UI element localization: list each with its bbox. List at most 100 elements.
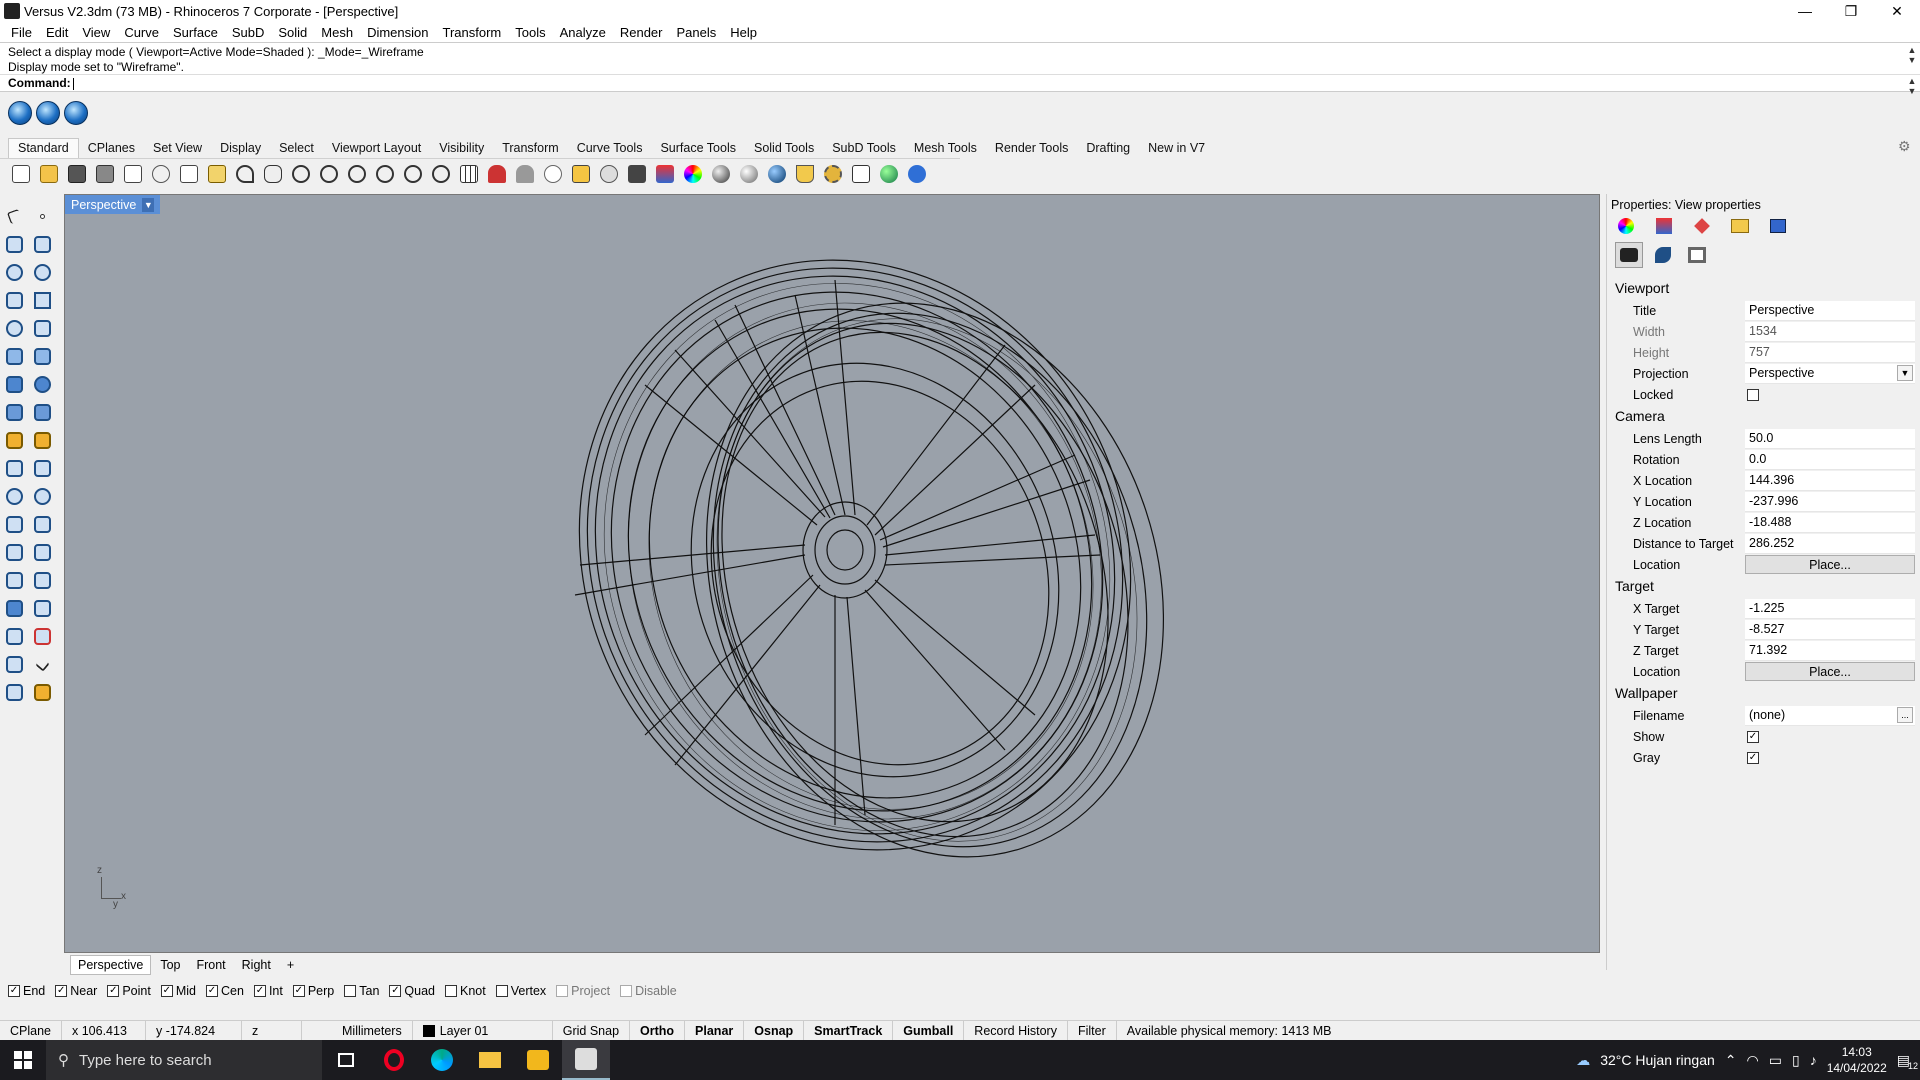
box-edit-icon[interactable] [2,596,26,620]
annotation-icon[interactable] [30,456,54,480]
network-icon[interactable]: ▭ [1769,1052,1782,1069]
osnap-checkbox[interactable]: ✓ [206,985,218,997]
command-line[interactable]: Command: ▲ ▼ [0,74,1920,96]
help-icon[interactable] [904,161,930,187]
windows-start-icon[interactable] [0,1040,46,1080]
text-tool-icon[interactable] [2,540,26,564]
zoom-selected-icon[interactable] [400,161,426,187]
units[interactable]: Millimeters [302,1021,413,1040]
dimension-icon[interactable] [848,161,874,187]
layers-tab-icon[interactable] [1653,216,1675,236]
tab-set-view[interactable]: Set View [144,139,211,158]
osnap-checkbox[interactable]: ✓ [8,985,20,997]
box-solid-icon[interactable] [2,372,26,396]
tab-new-in-v7[interactable]: New in V7 [1139,139,1214,158]
rendered-sphere-icon[interactable] [736,161,762,187]
menu-analyze[interactable]: Analyze [553,25,613,40]
tab-visibility[interactable]: Visibility [430,139,493,158]
task-view-icon[interactable] [322,1040,370,1080]
viewport-tab-perspective[interactable]: Perspective [70,955,152,975]
rectangle-icon[interactable] [30,288,54,312]
chevron-up-icon[interactable]: ⌃ [1725,1052,1737,1069]
osnap-checkbox[interactable] [556,985,569,997]
osnap-checkbox[interactable] [620,985,633,997]
car-gray-icon[interactable] [512,161,538,187]
smarttrack-toggle[interactable]: SmartTrack [804,1021,894,1040]
volume-icon[interactable]: ♪ [1810,1052,1817,1068]
system-clock[interactable]: 14:03 14/04/2022 [1827,1044,1887,1076]
tab-cplanes[interactable]: CPlanes [79,139,144,158]
tab-curve-tools[interactable]: Curve Tools [568,139,652,158]
zoom-icon[interactable] [316,161,342,187]
grid-icon[interactable] [456,161,482,187]
menu-solid[interactable]: Solid [271,25,314,40]
zoom-extents-icon[interactable] [372,161,398,187]
command-history[interactable]: Select a display mode ( Viewport=Active … [0,42,1920,74]
osnap-checkbox[interactable]: ✓ [160,985,173,997]
tab-standard[interactable]: Standard [8,138,79,158]
cut-icon[interactable] [148,161,174,187]
transform-icon[interactable] [2,484,26,508]
pan-hand-icon[interactable] [260,161,286,187]
viewport-title-tab[interactable]: Perspective ▼ [65,195,161,214]
car-icon[interactable] [484,161,510,187]
tab-render-tools[interactable]: Render Tools [986,139,1077,158]
extrude-icon[interactable] [30,400,54,424]
analyze-icon[interactable] [2,652,26,676]
tab-solid-tools[interactable]: Solid Tools [745,139,823,158]
polyline-icon[interactable] [2,232,26,256]
menu-edit[interactable]: Edit [39,25,75,40]
osnap-tan[interactable]: Tan [344,984,379,998]
notifications-icon[interactable]: ▤ 12 [1897,1052,1918,1071]
browse-button[interactable]: ... [1897,707,1913,723]
group-icon[interactable] [2,568,26,592]
viewport-tab-front[interactable]: Front [189,956,232,974]
tab-mesh-tools[interactable]: Mesh Tools [905,139,986,158]
menu-render[interactable]: Render [613,25,670,40]
osnap-int[interactable]: ✓ Int [253,984,283,998]
copy-icon[interactable] [176,161,202,187]
locked-checkbox[interactable] [1747,388,1759,401]
export-icon[interactable] [120,161,146,187]
polygon-icon[interactable] [2,288,26,312]
record-history-toggle[interactable]: Record History [964,1021,1068,1040]
mesh-icon[interactable] [2,428,26,452]
lamp-icon[interactable] [792,161,818,187]
viewport-title-field[interactable]: Perspective [1745,300,1915,321]
osnap-checkbox[interactable] [495,985,508,997]
select-arrow-icon[interactable] [2,204,26,228]
osnap-toggle[interactable]: Osnap [744,1021,805,1040]
fillet-curve-icon[interactable] [30,316,54,340]
cplane-label[interactable]: CPlane [0,1021,62,1040]
lightbulb-icon[interactable] [596,161,622,187]
viewport-tab-right[interactable]: Right [235,956,278,974]
menu-surface[interactable]: Surface [166,25,225,40]
properties-tab-color-wheel-icon[interactable] [1615,216,1637,236]
filter-toggle[interactable]: Filter [1068,1021,1117,1040]
edge-browser-icon[interactable] [418,1040,466,1080]
render-sphere-icon[interactable] [764,161,790,187]
osnap-near[interactable]: ✓ Near [55,984,97,998]
options-gear-icon[interactable] [820,161,846,187]
select-filter-icon[interactable] [568,161,594,187]
point-icon[interactable] [30,204,54,228]
viewport-height-field[interactable]: 757 [1745,342,1915,363]
chevron-down-icon[interactable]: ▼ [1897,365,1913,381]
cylinder-icon[interactable] [2,400,26,424]
rotate-icon[interactable] [2,512,26,536]
gear-icon[interactable]: ⚙ [1898,138,1914,154]
ellipse-icon[interactable] [30,260,54,284]
rotation-field[interactable]: 0.0 [1745,449,1915,470]
menu-subd[interactable]: SubD [225,25,272,40]
y-location-field[interactable]: -237.996 [1745,491,1915,512]
osnap-cen[interactable]: ✓ Cen [206,984,244,998]
globe-icon[interactable] [876,161,902,187]
paint-icon[interactable] [30,680,54,704]
planar-toggle[interactable]: Planar [685,1021,745,1040]
opera-browser-icon[interactable] [370,1040,418,1080]
menu-mesh[interactable]: Mesh [314,25,360,40]
camera-icon[interactable] [1615,242,1643,268]
frame-icon[interactable] [1683,242,1711,268]
dim-linear-icon[interactable] [30,596,54,620]
surface-tools-icon[interactable] [30,344,54,368]
